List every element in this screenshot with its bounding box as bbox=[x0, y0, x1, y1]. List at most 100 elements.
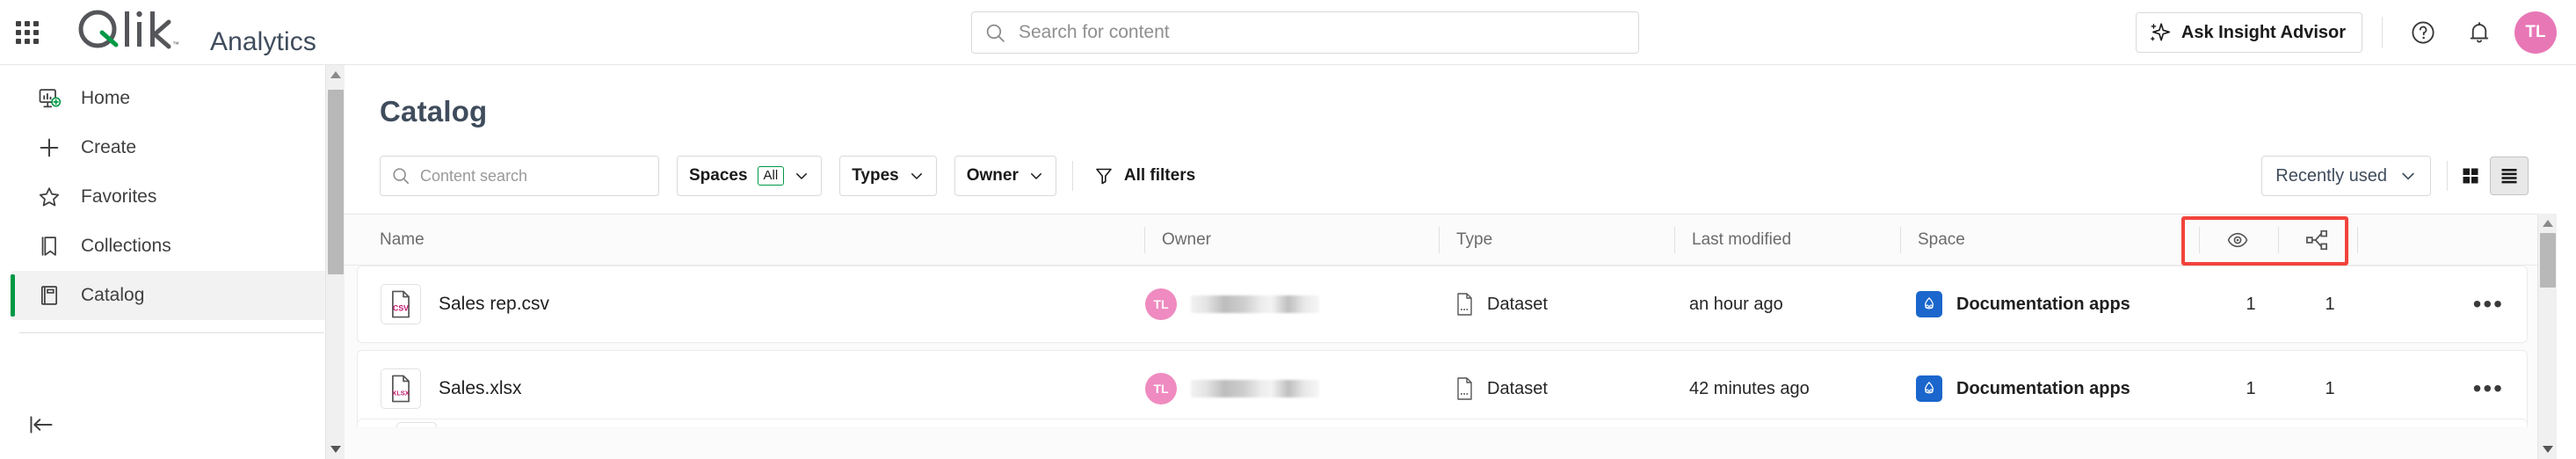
column-header-space[interactable]: Space bbox=[1900, 215, 1965, 266]
owner-filter-button[interactable]: Owner bbox=[954, 156, 1056, 196]
table-scrollbar-thumb[interactable] bbox=[2540, 233, 2556, 288]
help-button[interactable] bbox=[2402, 11, 2444, 54]
cell-actions[interactable]: ••• bbox=[2473, 350, 2504, 427]
lineage-count: 1 bbox=[2325, 378, 2335, 398]
catalog-toolbar: Content search Spaces All Types Owner Al… bbox=[345, 149, 2557, 202]
lineage-count: 1 bbox=[2325, 294, 2335, 314]
cell-owner: TL bbox=[1145, 350, 1319, 427]
column-header-views[interactable] bbox=[2199, 215, 2276, 266]
shared-space-icon bbox=[1916, 375, 1942, 402]
table-row-partial[interactable] bbox=[357, 419, 2528, 427]
sort-dropdown[interactable]: Recently used bbox=[2261, 156, 2431, 196]
catalog-toolbar-right: Recently used bbox=[2261, 149, 2529, 202]
global-search-input[interactable]: Search for content bbox=[1019, 22, 1170, 43]
grid-view-button[interactable] bbox=[2451, 157, 2490, 195]
cell-name[interactable]: XLSX Sales.xlsx bbox=[381, 350, 522, 427]
sidebar-item-favorites[interactable]: Favorites bbox=[11, 172, 333, 222]
top-bar-actions: Ask Insight Advisor TL bbox=[2135, 0, 2557, 65]
list-view-icon bbox=[2501, 169, 2517, 184]
views-count: 1 bbox=[2246, 294, 2256, 314]
spaces-filter-badge: All bbox=[757, 165, 785, 186]
type-label: Dataset bbox=[1487, 378, 1548, 398]
cell-type: Dataset bbox=[1454, 266, 1548, 343]
owner-name-redacted bbox=[1191, 295, 1319, 313]
column-header-name[interactable]: Name bbox=[380, 215, 424, 266]
spaces-filter-label: Spaces bbox=[689, 166, 748, 185]
cell-last-modified: an hour ago bbox=[1689, 266, 1783, 343]
lineage-graph-icon bbox=[2306, 230, 2327, 250]
types-filter-button[interactable]: Types bbox=[839, 156, 937, 196]
column-divider bbox=[2357, 215, 2358, 266]
scroll-up-arrow-icon[interactable] bbox=[2543, 220, 2553, 227]
scroll-down-arrow-icon[interactable] bbox=[330, 446, 341, 453]
content-search-input[interactable]: Content search bbox=[380, 156, 659, 196]
types-filter-label: Types bbox=[852, 166, 899, 185]
type-label: Dataset bbox=[1487, 294, 1548, 314]
list-view-button[interactable] bbox=[2490, 157, 2529, 195]
sidebar-item-label: Home bbox=[81, 88, 131, 108]
file-name-label: Sales rep.csv bbox=[439, 294, 550, 314]
top-navigation-bar: ™ Analytics Search for content Ask Insig… bbox=[0, 0, 2576, 65]
bell-icon bbox=[2470, 22, 2489, 43]
shared-space-icon bbox=[1916, 291, 1942, 317]
avatar[interactable]: TL bbox=[2514, 11, 2557, 54]
main-content: Catalog Content search Spaces All Types … bbox=[345, 65, 2557, 459]
sidebar-scrollbar[interactable] bbox=[325, 65, 345, 459]
spaces-filter-button[interactable]: Spaces All bbox=[677, 156, 823, 196]
ask-insight-advisor-label: Ask Insight Advisor bbox=[2181, 22, 2346, 42]
file-ext-label: XLSX bbox=[392, 389, 410, 397]
scroll-up-arrow-icon[interactable] bbox=[330, 71, 341, 78]
grid-apps-icon[interactable] bbox=[16, 20, 39, 44]
last-modified-label: 42 minutes ago bbox=[1689, 378, 1810, 398]
file-ext-label: CSV bbox=[393, 303, 409, 312]
sidebar-item-home[interactable]: Home bbox=[11, 74, 333, 123]
search-icon bbox=[986, 24, 1005, 42]
eye-icon bbox=[2227, 232, 2248, 247]
owner-avatar: TL bbox=[1145, 288, 1177, 320]
scroll-down-arrow-icon[interactable] bbox=[2543, 446, 2553, 453]
column-header-last-modified[interactable]: Last modified bbox=[1674, 215, 1791, 266]
cell-owner: TL bbox=[1145, 266, 1319, 343]
table-header-row: Name Owner Type Last modified Space bbox=[345, 215, 2557, 266]
all-filters-button[interactable]: All filters bbox=[1082, 156, 1207, 196]
cell-lineage: 1 bbox=[2291, 350, 2369, 427]
chevron-down-icon bbox=[2402, 172, 2414, 180]
cell-space[interactable]: Documentation apps bbox=[1916, 266, 2130, 343]
more-horizontal-icon[interactable]: ••• bbox=[2473, 292, 2504, 317]
global-search[interactable]: Search for content bbox=[971, 11, 1639, 54]
csv-file-icon: CSV bbox=[381, 284, 421, 324]
sidebar-divider bbox=[19, 332, 324, 333]
last-modified-label: an hour ago bbox=[1689, 294, 1783, 314]
all-filters-label: All filters bbox=[1123, 166, 1196, 185]
cell-name[interactable]: CSV Sales rep.csv bbox=[381, 266, 549, 343]
sidebar-item-label: Create bbox=[81, 137, 137, 157]
app-name-label: Analytics bbox=[210, 26, 316, 56]
column-header-type[interactable]: Type bbox=[1439, 215, 1492, 266]
star-icon bbox=[37, 185, 67, 209]
help-circle-icon bbox=[2412, 21, 2435, 44]
space-label: Documentation apps bbox=[1956, 378, 2130, 398]
home-chart-icon bbox=[37, 86, 67, 111]
cell-actions[interactable]: ••• bbox=[2473, 266, 2504, 343]
sidebar-item-create[interactable]: Create bbox=[11, 123, 333, 172]
sidebar-item-catalog[interactable]: Catalog bbox=[11, 271, 333, 320]
chevron-down-icon bbox=[1030, 173, 1041, 179]
column-header-lineage[interactable] bbox=[2278, 215, 2355, 266]
column-header-owner[interactable]: Owner bbox=[1144, 215, 1211, 266]
notifications-button[interactable] bbox=[2458, 11, 2500, 54]
collapse-left-icon[interactable] bbox=[28, 413, 54, 436]
sidebar-item-collections[interactable]: Collections bbox=[11, 222, 333, 271]
brand[interactable]: ™ Analytics bbox=[76, 8, 316, 57]
sidebar-scrollbar-thumb[interactable] bbox=[328, 90, 344, 274]
space-label: Documentation apps bbox=[1956, 294, 2130, 314]
search-icon bbox=[393, 168, 410, 185]
more-horizontal-icon[interactable]: ••• bbox=[2473, 376, 2504, 401]
table-row[interactable]: XLSX Sales.xlsx TL Dataset 42 minutes ag… bbox=[357, 350, 2528, 427]
table-scrollbar[interactable] bbox=[2537, 214, 2557, 459]
dataset-file-icon bbox=[1457, 293, 1472, 316]
cell-space[interactable]: Documentation apps bbox=[1916, 350, 2130, 427]
ask-insight-advisor-button[interactable]: Ask Insight Advisor bbox=[2135, 12, 2362, 53]
catalog-table: Name Owner Type Last modified Space CSV … bbox=[345, 214, 2557, 459]
cell-views: 1 bbox=[2212, 266, 2289, 343]
table-row[interactable]: CSV Sales rep.csv TL Dataset an hour ago… bbox=[357, 266, 2528, 343]
